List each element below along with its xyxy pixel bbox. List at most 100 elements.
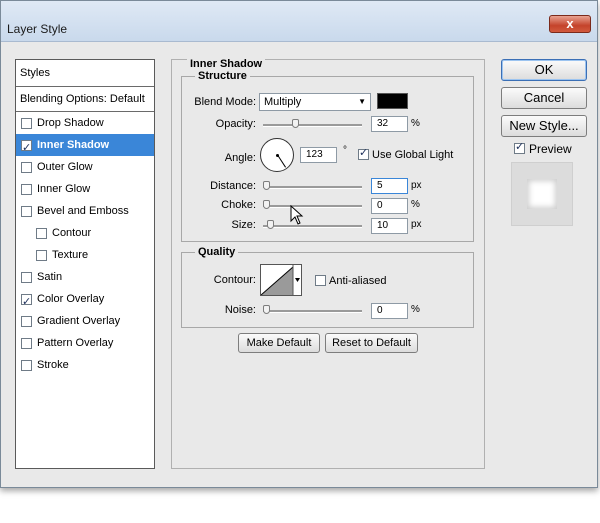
style-item-contour[interactable]: Contour	[16, 222, 154, 244]
contour-preview-icon	[261, 265, 300, 295]
style-item-checkbox[interactable]	[21, 205, 32, 217]
style-preview-thumbnail	[511, 162, 573, 226]
angle-dial[interactable]	[260, 138, 294, 172]
style-item-gradient-overlay[interactable]: Gradient Overlay	[16, 310, 154, 332]
style-item-stroke[interactable]: Stroke	[16, 354, 154, 376]
style-item-label: Stroke	[37, 359, 69, 371]
preview-label: Preview	[529, 142, 572, 156]
style-item-inner-glow[interactable]: Inner Glow	[16, 178, 154, 200]
distance-slider-thumb[interactable]	[263, 181, 270, 190]
distance-unit: px	[411, 180, 422, 191]
blend-mode-label: Blend Mode:	[194, 96, 256, 108]
style-item-texture[interactable]: Texture	[16, 244, 154, 266]
shadow-color-swatch[interactable]	[377, 93, 408, 109]
anti-aliased-label: Anti-aliased	[329, 275, 387, 287]
style-item-label: Satin	[37, 271, 63, 283]
styles-list: Styles Blending Options: Default Drop Sh…	[15, 59, 155, 469]
size-input[interactable]: 10	[371, 218, 408, 234]
opacity-unit: %	[411, 118, 420, 129]
window-title: Layer Style	[7, 22, 68, 36]
style-item-label: Pattern Overlay	[37, 337, 114, 349]
noise-slider-thumb[interactable]	[263, 305, 270, 314]
chevron-down-icon: ▼	[358, 97, 366, 106]
style-item-checkbox[interactable]	[21, 291, 32, 313]
angle-label: Angle:	[224, 152, 256, 164]
style-item-label: Outer Glow	[37, 161, 93, 173]
close-icon: x	[566, 16, 574, 31]
opacity-slider-thumb[interactable]	[292, 119, 299, 128]
preview-checkbox[interactable]	[514, 140, 525, 154]
dialog-client-area: Styles Blending Options: Default Drop Sh…	[1, 42, 597, 487]
style-item-checkbox[interactable]	[21, 183, 32, 195]
make-default-button[interactable]: Make Default	[238, 333, 320, 353]
style-item-drop-shadow[interactable]: Drop Shadow	[16, 112, 154, 134]
contour-label: Contour:	[213, 274, 256, 286]
style-item-checkbox[interactable]	[21, 315, 32, 327]
noise-input[interactable]: 0	[371, 303, 408, 319]
style-item-label: Contour	[52, 227, 92, 239]
size-label: Size:	[231, 219, 256, 231]
style-preview-swatch	[527, 179, 557, 209]
style-item-label: Texture	[52, 249, 89, 261]
style-item-label: Bevel and Emboss	[37, 205, 129, 217]
style-item-inner-shadow[interactable]: Inner Shadow	[16, 134, 154, 159]
distance-label: Distance:	[210, 180, 256, 192]
ok-button[interactable]: OK	[501, 59, 587, 81]
choke-slider[interactable]	[263, 200, 362, 209]
blend-mode-value: Multiply	[264, 96, 302, 108]
noise-label: Noise:	[224, 304, 256, 316]
anti-aliased-checkbox[interactable]	[315, 275, 326, 286]
blend-mode-select[interactable]: Multiply ▼	[259, 93, 371, 111]
structure-group: Structure Blend Mode: Multiply ▼ Opacity…	[181, 70, 474, 242]
use-global-light-label: Use Global Light	[372, 149, 454, 161]
style-item-checkbox[interactable]	[36, 227, 47, 239]
new-style-button[interactable]: New Style...	[501, 115, 587, 137]
angle-dial-center	[276, 154, 279, 157]
style-item-checkbox[interactable]	[21, 117, 32, 129]
style-item-bevel-and-emboss[interactable]: Bevel and Emboss	[16, 200, 154, 222]
style-item-checkbox[interactable]	[21, 359, 32, 371]
style-item-label: Drop Shadow	[37, 117, 104, 129]
style-item-color-overlay[interactable]: Color Overlay	[16, 288, 154, 313]
mouse-cursor-icon	[290, 205, 304, 225]
choke-label: Choke:	[221, 199, 256, 211]
style-item-checkbox[interactable]	[21, 271, 32, 283]
opacity-input[interactable]: 32	[371, 116, 408, 132]
choke-input[interactable]: 0	[371, 198, 408, 214]
noise-slider[interactable]	[263, 305, 362, 314]
cancel-button[interactable]: Cancel	[501, 87, 587, 109]
close-button[interactable]: x	[549, 15, 591, 33]
distance-input[interactable]: 5	[371, 178, 408, 194]
reset-to-default-button[interactable]: Reset to Default	[325, 333, 418, 353]
style-item-label: Gradient Overlay	[37, 315, 121, 327]
styles-header[interactable]: Styles	[16, 60, 154, 87]
contour-picker[interactable]	[260, 264, 302, 296]
blending-options-item[interactable]: Blending Options: Default	[16, 87, 154, 112]
distance-slider[interactable]	[263, 181, 362, 190]
style-item-label: Inner Shadow	[37, 139, 110, 151]
choke-unit: %	[411, 199, 420, 210]
style-item-outer-glow[interactable]: Outer Glow	[16, 156, 154, 178]
opacity-label: Opacity:	[215, 118, 256, 130]
noise-unit: %	[411, 304, 420, 315]
style-item-pattern-overlay[interactable]: Pattern Overlay	[16, 332, 154, 354]
choke-slider-thumb[interactable]	[263, 200, 270, 209]
style-item-checkbox[interactable]	[36, 249, 47, 261]
size-slider-thumb[interactable]	[267, 220, 274, 229]
angle-unit: °	[343, 145, 347, 156]
size-slider[interactable]	[263, 220, 362, 229]
quality-title: Quality	[195, 246, 239, 258]
style-item-checkbox[interactable]	[21, 137, 32, 159]
style-item-satin[interactable]: Satin	[16, 266, 154, 288]
style-item-checkbox[interactable]	[21, 161, 32, 173]
use-global-light-checkbox[interactable]	[358, 146, 369, 160]
title-bar[interactable]: Layer Style x	[1, 1, 597, 42]
structure-title: Structure	[195, 70, 250, 82]
style-item-label: Color Overlay	[37, 293, 105, 305]
inner-shadow-title: Inner Shadow	[187, 58, 266, 70]
inner-shadow-panel: Inner Shadow Structure Blend Mode: Multi…	[171, 58, 485, 469]
opacity-slider[interactable]	[263, 119, 362, 128]
size-unit: px	[411, 219, 422, 230]
angle-input[interactable]: 123	[300, 147, 337, 163]
style-item-checkbox[interactable]	[21, 337, 32, 349]
